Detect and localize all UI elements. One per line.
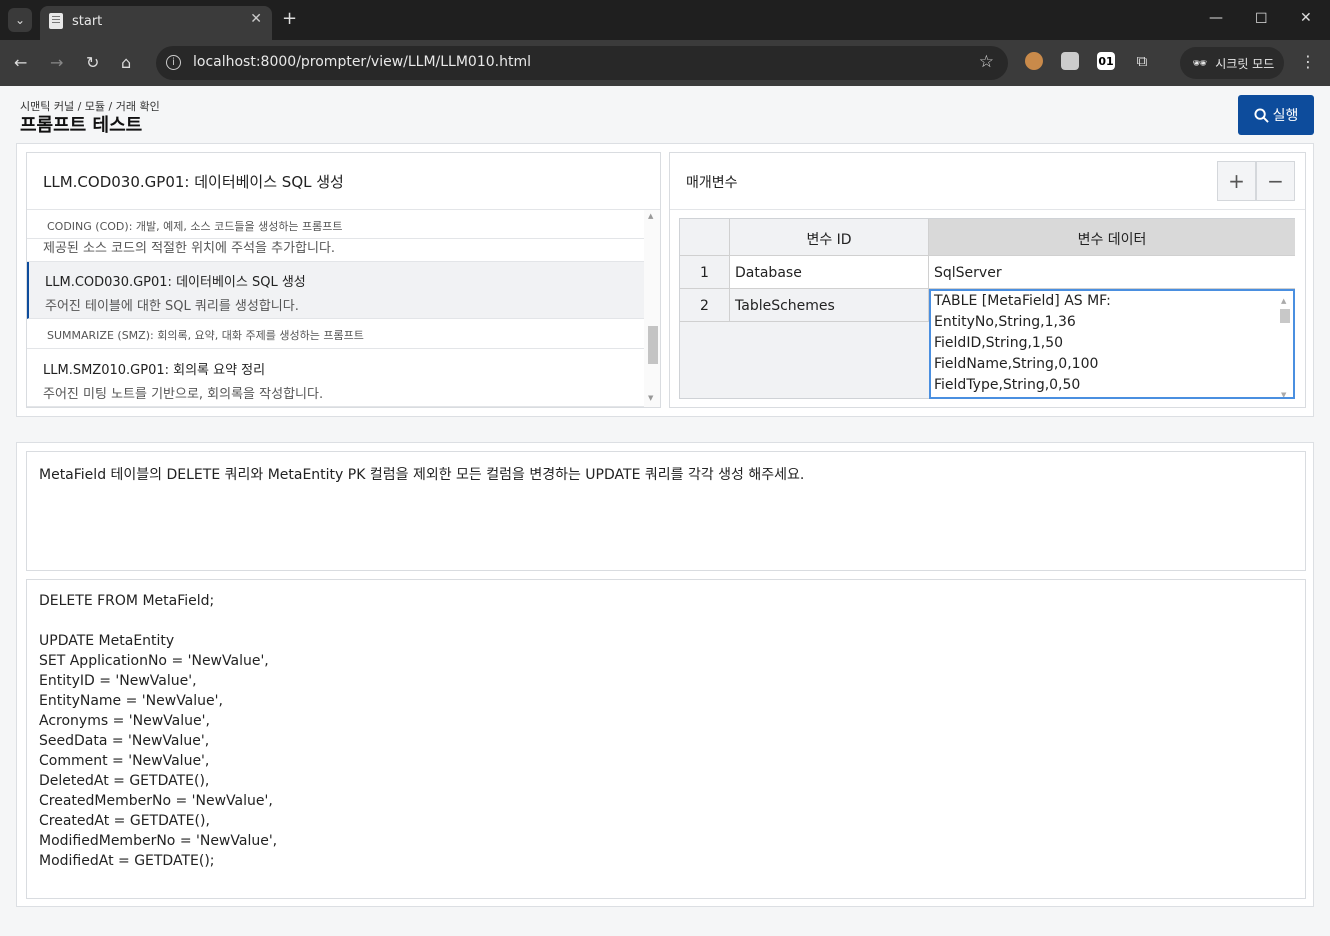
scroll-down-icon[interactable]: ▼: [1281, 385, 1286, 397]
search-icon: [1254, 107, 1269, 123]
parameters-panel: 매개변수 + − 변수 ID 변수 데이터 1 Database SqlServ…: [669, 152, 1306, 408]
info-icon[interactable]: i: [166, 55, 181, 70]
scroll-down-icon[interactable]: ▼: [648, 394, 653, 402]
editor-line: TABLE [MetaField] AS MF:: [934, 293, 1111, 309]
cell-variable-data[interactable]: SqlServer: [929, 256, 1295, 289]
window-close-button[interactable]: ✕: [1300, 10, 1312, 26]
url-text: localhost:8000/prompter/view/LLM/LLM010.…: [193, 54, 531, 70]
forward-button[interactable]: →: [50, 53, 63, 72]
minimize-button[interactable]: —: [1209, 10, 1223, 26]
home-button[interactable]: ⌂: [121, 53, 131, 72]
address-bar[interactable]: i localhost:8000/prompter/view/LLM/LLM01…: [156, 46, 1008, 80]
browser-toolbar: ← → ↻ ⌂ i localhost:8000/prompter/view/L…: [0, 40, 1330, 86]
new-tab-button[interactable]: +: [282, 8, 297, 29]
add-parameter-button[interactable]: +: [1217, 161, 1256, 201]
prompt-list[interactable]: CODING (COD): 개발, 예제, 소스 코드들을 생성하는 프롬프트 …: [27, 210, 644, 407]
incognito-label: 시크릿 모드: [1215, 56, 1275, 71]
list-scrollbar[interactable]: ▲ ▼: [644, 210, 660, 407]
editor-line: FieldName,String,0,100: [934, 356, 1099, 372]
browser-tab[interactable]: start ✕: [40, 6, 272, 40]
editor-line: FieldType,String,0,50: [934, 377, 1081, 393]
parameters-grid: 변수 ID 변수 데이터 1 Database SqlServer 2 Tabl…: [679, 218, 1295, 399]
scroll-thumb[interactable]: [1280, 309, 1290, 323]
row-number: 2: [680, 289, 730, 322]
close-icon[interactable]: ✕: [250, 11, 262, 27]
list-item[interactable]: LLM.SMZ010.GP01: 회의록 요약 정리 주어진 미팅 노트를 기반…: [27, 349, 644, 407]
item-title: LLM.SMZ010.GP01: 회의록 요약 정리: [43, 363, 266, 378]
selected-prompt-title: LLM.COD030.GP01: 데이터베이스 SQL 생성: [27, 153, 660, 210]
item-desc: 주어진 미팅 노트를 기반으로, 회의록을 작성합니다.: [43, 387, 324, 402]
tab-search-button[interactable]: ⌄: [8, 8, 32, 32]
page-icon: [49, 13, 63, 29]
bookmark-star-icon[interactable]: ☆: [979, 52, 994, 72]
run-label: 실행: [1272, 108, 1299, 124]
extension-badge-icon[interactable]: 01: [1097, 52, 1115, 70]
prompt-list-panel: LLM.COD030.GP01: 데이터베이스 SQL 생성 CODING (C…: [26, 152, 661, 408]
row-number: 1: [680, 256, 730, 289]
page-title: 프롬프트 테스트: [20, 115, 143, 136]
scroll-thumb[interactable]: [648, 326, 658, 364]
remove-parameter-button[interactable]: −: [1256, 161, 1295, 201]
parameters-title: 매개변수: [670, 153, 1305, 210]
back-button[interactable]: ←: [14, 53, 27, 72]
top-panels: LLM.COD030.GP01: 데이터베이스 SQL 생성 CODING (C…: [16, 143, 1314, 417]
item-title: LLM.COD030.GP01: 데이터베이스 SQL 생성: [45, 275, 306, 290]
group-header: SUMMARIZE (SMZ): 회의록, 요약, 대화 주제를 생성하는 프롬…: [27, 319, 644, 349]
grid-corner: [680, 219, 730, 256]
chevron-down-icon: ⌄: [14, 13, 26, 27]
tab-title: start: [72, 14, 103, 29]
prompt-area: MetaField 테이블의 DELETE 쿼리와 MetaEntity PK …: [16, 442, 1314, 907]
editor-line: FieldID,String,1,50: [934, 335, 1064, 351]
reload-button[interactable]: ↻: [86, 53, 99, 72]
incognito-indicator[interactable]: 🕶 시크릿 모드: [1180, 47, 1284, 79]
column-header-id[interactable]: 변수 ID: [730, 219, 929, 256]
extension-hand-icon[interactable]: [1061, 52, 1079, 70]
run-button[interactable]: 실행: [1238, 95, 1314, 135]
list-item-partial[interactable]: 제공된 소스 코드의 적절한 위치에 주석을 추가합니다.: [27, 237, 644, 262]
variable-data-editor[interactable]: TABLE [MetaField] AS MF: EntityNo,String…: [929, 289, 1295, 399]
browser-titlebar: ⌄ start ✕ + — ☐ ✕: [0, 0, 1330, 40]
editor-line: EntityNo,String,1,36: [934, 314, 1076, 330]
prompt-input[interactable]: MetaField 테이블의 DELETE 쿼리와 MetaEntity PK …: [26, 451, 1306, 571]
extension-owl-icon[interactable]: [1025, 52, 1043, 70]
page-content: 시맨틱 커널 / 모듈 / 거래 확인 프롬프트 테스트 실행 LLM.COD0…: [0, 86, 1330, 936]
result-output[interactable]: DELETE FROM MetaField; UPDATE MetaEntity…: [26, 579, 1306, 899]
cell-variable-id[interactable]: Database: [730, 256, 929, 289]
list-item[interactable]: LLM.COD030.GP01: 데이터베이스 SQL 생성 주어진 테이블에 …: [27, 262, 644, 319]
group-header: CODING (COD): 개발, 예제, 소스 코드들을 생성하는 프롬프트: [27, 210, 644, 239]
extensions-puzzle-icon[interactable]: ⧉: [1133, 52, 1151, 70]
maximize-button[interactable]: ☐: [1255, 11, 1268, 27]
incognito-icon: 🕶: [1192, 56, 1208, 70]
item-desc: 주어진 테이블에 대한 SQL 쿼리를 생성합니다.: [45, 299, 299, 314]
editor-scrollbar[interactable]: ▲ ▼: [1279, 291, 1291, 397]
menu-kebab-icon[interactable]: ⋮: [1300, 52, 1316, 71]
cell-variable-id[interactable]: TableSchemes: [730, 289, 929, 322]
scroll-up-icon[interactable]: ▲: [648, 212, 653, 220]
column-header-data[interactable]: 변수 데이터: [929, 219, 1295, 256]
